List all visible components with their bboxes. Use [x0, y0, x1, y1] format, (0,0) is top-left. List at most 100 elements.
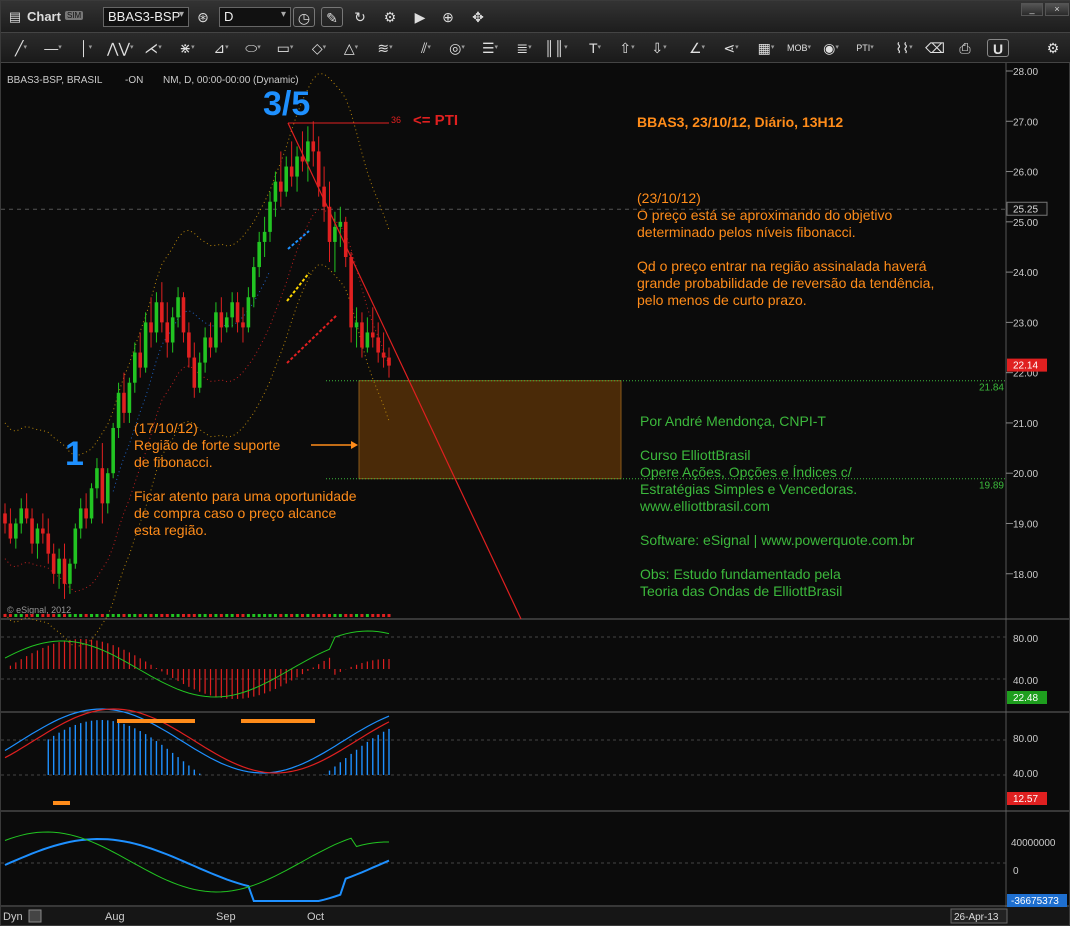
minimize-button[interactable]: _ — [1021, 3, 1043, 16]
panel2-tick-80: 80.00 — [1013, 734, 1038, 745]
channel-icon[interactable]: ≋▾ — [371, 39, 399, 57]
annotation-line: Região de forte suporte — [134, 437, 281, 453]
volume-dot — [122, 614, 126, 617]
lock-icon[interactable] — [28, 909, 42, 923]
arrow-down-icon[interactable]: ⇩▾ — [647, 39, 671, 57]
candle-body — [78, 508, 83, 529]
volume-dot — [138, 614, 142, 617]
candle-body — [257, 241, 261, 268]
print-icon[interactable]: ⎙ — [955, 39, 975, 57]
volume-dot — [365, 614, 369, 617]
candle-body — [230, 302, 234, 318]
annotation-line: Software: eSignal | www.powerquote.com.b… — [640, 532, 915, 548]
cursor-icon[interactable]: ⊕ — [437, 7, 459, 27]
eraser-shape-icon[interactable]: ◇▾ — [307, 39, 331, 57]
volume-dot — [284, 614, 288, 617]
candle-body — [187, 332, 191, 358]
candle-body — [387, 357, 391, 366]
fib-level-lower-label: 19.89 — [979, 481, 1004, 492]
annotation-line: Curso ElliottBrasil — [640, 447, 750, 463]
volume-dot — [214, 614, 218, 617]
candle-body — [381, 352, 386, 358]
grid-icon[interactable]: ▦▾ — [753, 39, 779, 57]
annotation-line: determinado pelos níveis fibonacci. — [637, 224, 856, 240]
symbol-select[interactable]: BBAS3-BSP ▾ — [103, 7, 189, 27]
drawing-tool-icon[interactable]: ✥ — [467, 7, 489, 27]
line-icon[interactable]: ╱▾ — [9, 39, 33, 57]
candle-body — [295, 156, 299, 177]
chart-window: ▤ Chart SIM BBAS3-BSP ▾ ⊛ D ▾ ◷ ✎ ↻ ⚙ ▶ ⊕ … — [0, 0, 1070, 926]
volume-dot — [322, 614, 326, 617]
time-zones-icon[interactable]: ║║▾ — [543, 39, 569, 57]
cycle-circles-icon[interactable]: ◎▾ — [445, 39, 469, 57]
settings-icon[interactable]: ⚙ — [1043, 39, 1063, 57]
price-tick-label: 23.00 — [1013, 318, 1038, 329]
panel2-tick-40: 40.00 — [1013, 769, 1038, 780]
chart-area[interactable]: 28.0027.0026.0025.0024.0023.0022.0021.00… — [1, 63, 1069, 925]
candle-body — [127, 382, 132, 413]
volume-dot — [311, 614, 315, 617]
arrow-up-icon[interactable]: ⇧▾ — [615, 39, 639, 57]
play-icon[interactable]: ▶ — [409, 7, 431, 27]
horizontal-line-icon[interactable]: —▾ — [41, 39, 65, 57]
dynamic-scale-label[interactable]: Dyn — [3, 911, 23, 923]
fib-extension-icon[interactable]: ≣▾ — [511, 39, 537, 57]
text-icon[interactable]: T▾ — [583, 39, 607, 57]
volume-dot — [149, 614, 153, 617]
eraser-icon[interactable]: ⌫ — [925, 39, 945, 57]
eye-icon[interactable]: ◉▾ — [819, 39, 843, 57]
candle-body — [30, 518, 34, 544]
candle-body — [192, 357, 197, 388]
current-date-label: 26-Apr-13 — [954, 912, 999, 923]
volume-dot — [317, 614, 321, 617]
candle-body — [311, 141, 316, 152]
ellipse-icon[interactable]: ⬭▾ — [241, 39, 265, 57]
volume-dot — [62, 614, 66, 617]
refresh-icon[interactable]: ↻ — [349, 7, 371, 27]
parallel-lines-icon[interactable]: ⫽▾ — [413, 39, 439, 57]
angle-icon[interactable]: ∠▾ — [685, 39, 709, 57]
volume-dot — [344, 614, 348, 617]
gann-fan-icon[interactable]: ⋇▾ — [175, 39, 199, 57]
annotation-line: Por André Mendonça, CNPI-T — [640, 413, 826, 429]
chart-headline: BBAS3, 23/10/12, Diário, 13H12 — [637, 114, 843, 130]
copyright: © eSignal, 2012 — [7, 605, 71, 615]
triangle-icon[interactable]: △▾ — [339, 39, 363, 57]
link-icon[interactable]: ⊛ — [192, 7, 214, 27]
interval-select[interactable]: D ▾ — [219, 7, 291, 27]
annotation-line: Estratégias Simples e Vencedoras. — [640, 481, 857, 497]
pitchfork-icon[interactable]: ⋖▾ — [717, 39, 745, 57]
vertical-line-icon[interactable]: │▾ — [77, 39, 95, 57]
mob-icon[interactable]: MOB▾ — [785, 39, 813, 57]
price-tick-label: 25.00 — [1013, 218, 1038, 229]
volume-dot — [219, 614, 223, 617]
chart-settings-icon[interactable]: ⚙ — [379, 7, 401, 27]
time-axis — [1, 907, 1069, 925]
fibonacci-fan-icon[interactable]: ⋌▾ — [141, 39, 165, 57]
volume-dot — [279, 614, 283, 617]
volume-dot — [79, 614, 83, 617]
dashed-level-label: 25.25 — [1013, 204, 1038, 215]
symbol-value: BBAS3-BSP — [108, 9, 181, 24]
fibonacci-support-zone[interactable] — [358, 380, 622, 480]
elliott-wave-icon[interactable]: ⋀⋁▾ — [107, 39, 133, 57]
speed-lines-icon[interactable]: ⊿▾ — [209, 39, 233, 57]
rectangle-icon[interactable]: ▭▾ — [273, 39, 297, 57]
clock-icon[interactable]: ◷ — [293, 7, 315, 27]
volume-dot — [376, 614, 380, 617]
pencil-icon[interactable]: ✎ — [321, 7, 343, 27]
pti-icon[interactable]: PTI▾ — [851, 39, 879, 57]
volume-dot — [68, 614, 72, 617]
candle-body — [57, 558, 61, 574]
candle-body — [122, 392, 126, 413]
volume-dot — [333, 614, 337, 617]
close-button[interactable]: × — [1045, 3, 1069, 16]
fib-retracement-icon[interactable]: ☰▾ — [477, 39, 503, 57]
volume-dot — [306, 614, 310, 617]
annotation-line: (23/10/12) — [637, 190, 701, 206]
last-price-label: 22.14 — [1013, 361, 1038, 372]
zigzag-icon[interactable]: ⌇⌇▾ — [891, 39, 917, 57]
panel2-last-label: 12.57 — [1013, 794, 1038, 805]
candle-body — [284, 166, 289, 192]
magnet-icon[interactable]: U — [987, 39, 1009, 57]
